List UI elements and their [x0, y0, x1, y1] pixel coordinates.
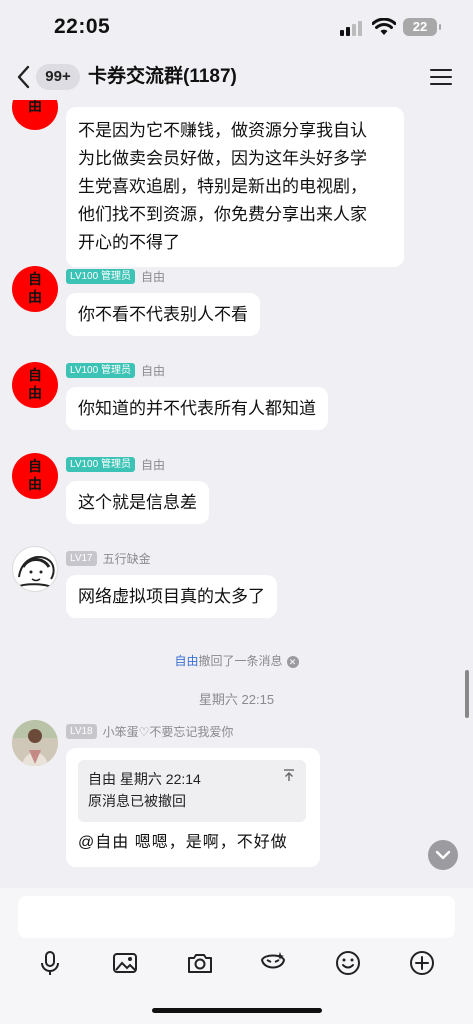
message-meta: LV100 管理员 自由	[66, 268, 165, 284]
sender-name[interactable]: 自由	[141, 268, 165, 285]
level-badge: LV100 管理员	[66, 456, 135, 472]
reply-bubble[interactable]: 自由 星期六 22:14 原消息已被撤回 @自由 嗯嗯，是啊，不好做	[66, 748, 320, 867]
avatar[interactable]	[12, 546, 58, 592]
photo-avatar-icon	[12, 720, 58, 766]
message-meta: LV18 小笨蛋♡不要忘记我爱你	[66, 723, 233, 739]
message-text: @自由 嗯嗯，是啊，不好做	[78, 834, 288, 851]
wifi-icon	[372, 18, 396, 35]
back-icon[interactable]	[14, 64, 34, 90]
message-bubble[interactable]: 你不看不代表别人不看	[66, 293, 260, 336]
scrollbar[interactable]	[465, 670, 469, 718]
battery-icon: 22	[403, 18, 441, 36]
home-indicator[interactable]	[152, 1008, 322, 1013]
message-bubble[interactable]: 这个就是信息差	[66, 481, 209, 524]
avatar[interactable]: 自 由	[12, 266, 58, 312]
dismiss-icon[interactable]: ✕	[286, 655, 299, 668]
message-meta: LV100 管理员 自由	[66, 456, 165, 472]
camera-icon[interactable]	[185, 948, 215, 978]
sender-name[interactable]: 自由	[141, 362, 165, 379]
recall-notice: 自由撤回了一条消息 ✕	[0, 652, 473, 669]
level-badge: LV100 管理员	[66, 268, 135, 284]
level-badge: LV18	[66, 723, 97, 739]
quote-header: 自由 星期六 22:14	[88, 771, 201, 787]
timestamp: 星期六 22:15	[198, 692, 275, 707]
group-title[interactable]: 卡券交流群(1187)	[88, 64, 237, 90]
jump-to-original-icon[interactable]	[282, 768, 296, 782]
avatar[interactable]: 自 由	[12, 453, 58, 499]
sender-name[interactable]: 五行缺金	[103, 550, 151, 567]
input-area	[0, 888, 473, 1024]
unread-count-badge[interactable]: 99+	[36, 64, 80, 90]
avatar[interactable]	[12, 720, 58, 766]
menu-icon[interactable]	[430, 67, 452, 87]
sender-name[interactable]: 小笨蛋♡不要忘记我爱你	[103, 723, 234, 740]
level-badge: LV100 管理员	[66, 362, 135, 378]
avatar[interactable]: 由	[12, 100, 58, 130]
scroll-to-bottom-button[interactable]	[428, 840, 458, 870]
message-meta: LV100 管理员 自由	[66, 362, 165, 378]
image-icon[interactable]	[110, 948, 140, 978]
quote-text: 原消息已被撤回	[88, 793, 186, 809]
message-bubble[interactable]: 你知道的并不代表所有人都知道	[66, 387, 328, 430]
quoted-message[interactable]: 自由 星期六 22:14 原消息已被撤回	[78, 760, 306, 822]
message-bubble[interactable]: 网络虚拟项目真的太多了	[66, 575, 277, 618]
nav-bar: 99+ 卡券交流群(1187)	[0, 54, 473, 100]
level-badge: LV17	[66, 550, 97, 566]
sketch-avatar-icon	[16, 556, 56, 590]
message-bubble[interactable]: 不是因为它不赚钱，做资源分享我自认 为比做卖会员好做，因为这年头好多学 生党喜欢…	[66, 107, 404, 267]
sender-name[interactable]: 自由	[141, 456, 165, 473]
status-time: 22:05	[54, 15, 111, 38]
microphone-icon[interactable]	[35, 948, 65, 978]
chevron-down-icon	[435, 850, 451, 860]
cellular-signal-icon	[340, 20, 366, 36]
red-packet-icon[interactable]	[258, 948, 288, 978]
emoji-icon[interactable]	[333, 948, 363, 978]
message-input[interactable]	[18, 896, 455, 938]
message-meta: LV17 五行缺金	[66, 550, 151, 566]
status-bar: 22:05 22	[0, 0, 473, 54]
avatar[interactable]: 自 由	[12, 362, 58, 408]
chat-list[interactable]: 由 不是因为它不赚钱，做资源分享我自认 为比做卖会员好做，因为这年头好多学 生党…	[0, 100, 473, 888]
plus-icon[interactable]	[407, 948, 437, 978]
recall-sender[interactable]: 自由	[174, 654, 198, 668]
